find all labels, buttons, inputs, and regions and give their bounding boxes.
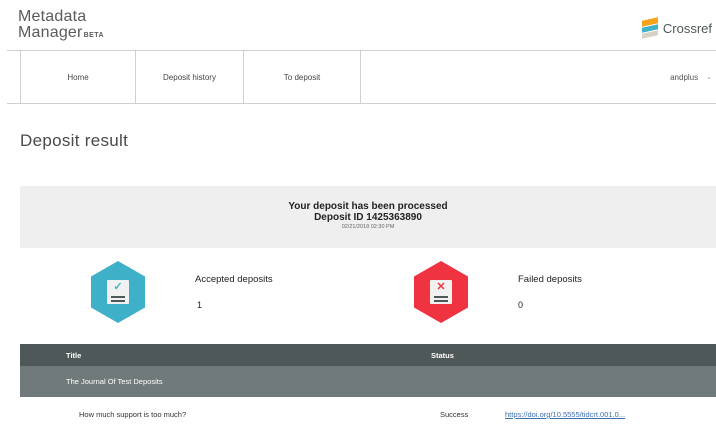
checkmark-doc-icon: ✓ xyxy=(107,280,129,304)
x-doc-icon: ✕ xyxy=(430,280,452,304)
accepted-hexagon-icon: ✓ xyxy=(91,261,145,323)
deposit-timestamp: 02/21/2018 02:30 PM xyxy=(341,224,395,230)
column-status: Status xyxy=(431,351,454,360)
logo-name: Manager xyxy=(18,24,83,41)
user-name: andplus xyxy=(670,72,699,82)
main-nav: Home Deposit history To deposit andplus … xyxy=(7,50,716,104)
table-group-row[interactable]: The Journal Of Test Deposits xyxy=(20,366,716,397)
column-title: Title xyxy=(66,351,82,360)
row-title: How much support is too much? xyxy=(79,410,187,419)
deposit-id: Deposit ID 1425363890 xyxy=(314,212,422,223)
crossref-logo-icon xyxy=(641,17,660,39)
summary-message: Your deposit has been processed xyxy=(288,201,448,212)
crossref-brand[interactable]: Crossref xyxy=(641,17,712,39)
user-menu[interactable]: andplus ⌄ xyxy=(670,51,716,103)
logo-line1: Metadata xyxy=(18,8,87,25)
table-header: Title Status xyxy=(20,344,716,366)
deposit-summary: Your deposit has been processed Deposit … xyxy=(20,186,716,248)
brand-name: Crossref xyxy=(662,21,712,36)
nav-deposit-history[interactable]: Deposit history xyxy=(135,51,243,103)
table-row: How much support is too much? Success ht… xyxy=(20,397,716,429)
failed-label: Failed deposits xyxy=(518,274,582,285)
accepted-label: Accepted deposits xyxy=(195,274,273,285)
group-title: The Journal Of Test Deposits xyxy=(66,377,163,386)
row-doi-link[interactable]: https://doi.org/10.5555/tidcrt.001.0... xyxy=(505,410,625,419)
logo-line2: ManagerBETA xyxy=(18,25,104,44)
page-title: Deposit result xyxy=(20,131,129,150)
row-status: Success xyxy=(440,410,469,419)
deposit-stats: ✓ Accepted deposits 1 ✕ Failed deposits … xyxy=(20,248,716,343)
failed-hexagon-icon: ✕ xyxy=(414,261,468,323)
beta-badge: BETA xyxy=(83,32,105,39)
app-logo[interactable]: Metadata ManagerBETA xyxy=(18,9,104,44)
nav-to-deposit[interactable]: To deposit xyxy=(243,51,361,103)
failed-count: 0 xyxy=(518,300,524,310)
nav-home[interactable]: Home xyxy=(20,51,135,103)
accepted-count: 1 xyxy=(197,300,203,310)
chevron-down-icon: ⌄ xyxy=(706,74,712,81)
